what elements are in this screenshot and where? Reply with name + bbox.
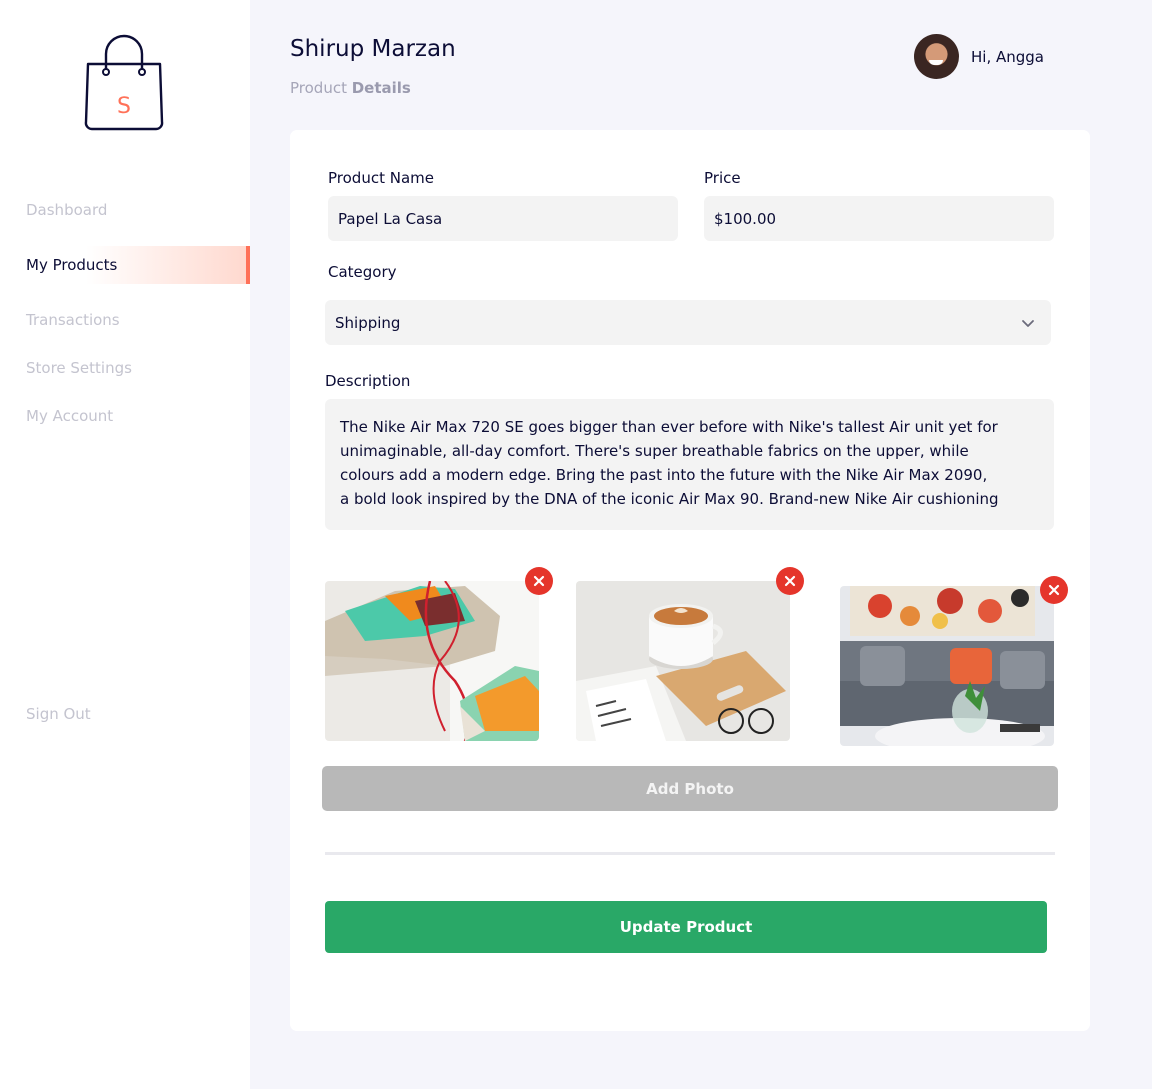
- price-field[interactable]: [704, 196, 1054, 241]
- sidebar-item-transactions[interactable]: Transactions: [0, 301, 250, 339]
- remove-photo-button[interactable]: [525, 567, 553, 595]
- update-product-button[interactable]: Update Product: [325, 901, 1047, 953]
- product-name-label: Product Name: [328, 169, 434, 187]
- description-label: Description: [325, 372, 411, 390]
- sidebar-item-label: Transactions: [26, 311, 120, 329]
- product-name-field[interactable]: [328, 196, 678, 241]
- avatar[interactable]: [914, 34, 959, 79]
- category-select[interactable]: Shipping: [325, 300, 1051, 345]
- sidebar: S Dashboard My Products Transactions Sto…: [0, 0, 250, 1089]
- breadcrumb-current: Details: [351, 79, 411, 97]
- breadcrumb: Product Details: [290, 79, 411, 97]
- svg-text:S: S: [117, 94, 131, 119]
- description-line: colours add a modern edge. Bring the pas…: [340, 466, 988, 484]
- shopping-bag-logo-icon: S: [84, 34, 164, 131]
- add-photo-button[interactable]: Add Photo: [322, 766, 1058, 811]
- user-greeting: Hi, Angga: [971, 47, 1044, 66]
- user-menu[interactable]: Hi, Angga: [914, 34, 1044, 79]
- category-selected-value: Shipping: [335, 313, 401, 332]
- category-label: Category: [328, 263, 397, 281]
- sign-out-label: Sign Out: [26, 705, 91, 723]
- description-line: The Nike Air Max 720 SE goes bigger than…: [340, 418, 998, 436]
- sidebar-item-label: My Products: [26, 256, 118, 274]
- description-field[interactable]: The Nike Air Max 720 SE goes bigger than…: [325, 399, 1054, 530]
- close-icon: [1048, 584, 1060, 596]
- close-icon: [784, 575, 796, 587]
- close-icon: [533, 575, 545, 587]
- remove-photo-button[interactable]: [776, 567, 804, 595]
- price-label: Price: [704, 169, 741, 187]
- sidebar-item-label: My Account: [26, 407, 114, 425]
- sidebar-item-label: Dashboard: [26, 201, 108, 219]
- description-line: unimaginable, all-day comfort. There's s…: [340, 442, 969, 460]
- sidebar-item-store-settings[interactable]: Store Settings: [0, 349, 250, 387]
- sidebar-item-dashboard[interactable]: Dashboard: [0, 191, 250, 229]
- product-photo-latte: [576, 581, 790, 741]
- description-line: a bold look inspired by the DNA of the i…: [340, 490, 999, 508]
- sidebar-item-label: Store Settings: [26, 359, 132, 377]
- page-title: Shirup Marzan: [290, 36, 456, 62]
- chevron-down-icon: [1022, 319, 1034, 327]
- divider: [325, 852, 1055, 855]
- product-photo-sneakers: [325, 581, 539, 741]
- breadcrumb-prefix: Product: [290, 79, 347, 97]
- sidebar-item-my-products[interactable]: My Products: [0, 246, 250, 284]
- sidebar-item-my-account[interactable]: My Account: [0, 397, 250, 435]
- product-photo-sofa: [840, 586, 1054, 746]
- remove-photo-button[interactable]: [1040, 576, 1068, 604]
- sign-out-link[interactable]: Sign Out: [0, 695, 250, 733]
